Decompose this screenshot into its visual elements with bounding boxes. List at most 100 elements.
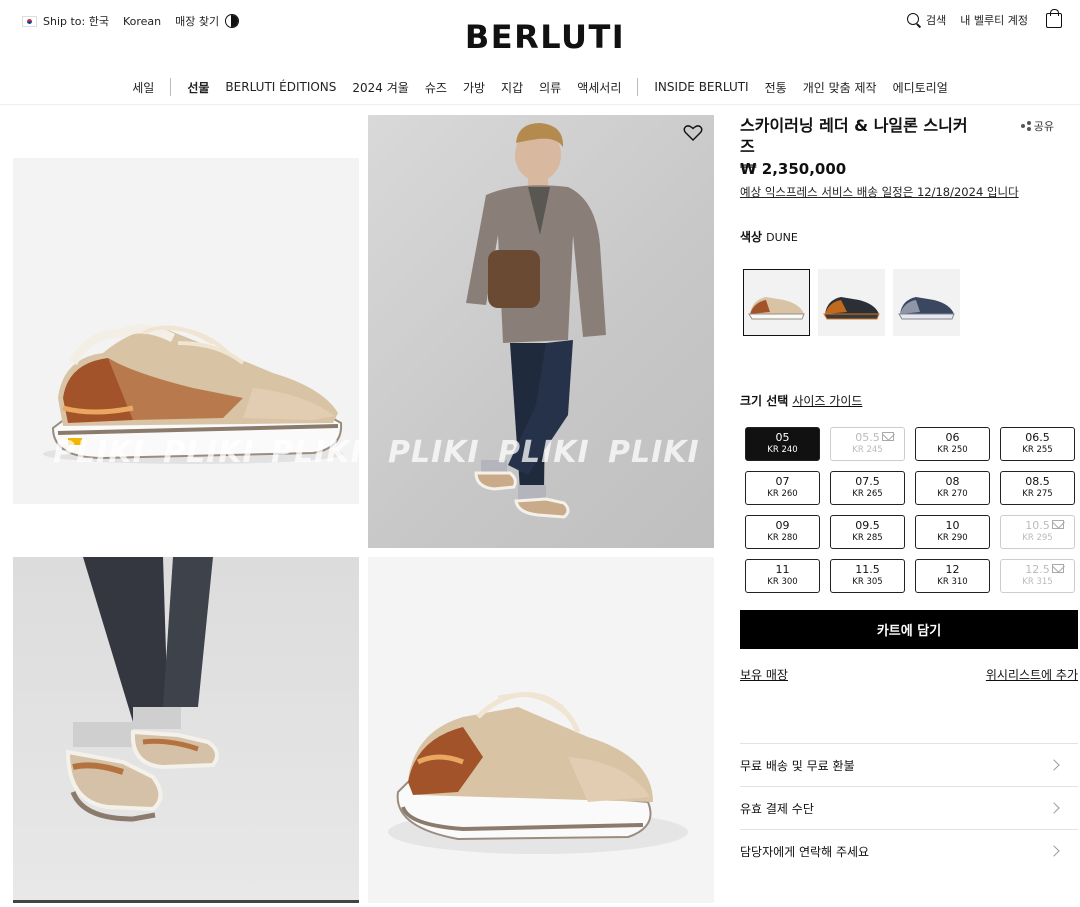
nav-divider-line (0, 104, 1080, 105)
notify-mail-icon (1052, 564, 1064, 573)
sneaker-angle-illustration (388, 692, 688, 854)
nav-item-accessories[interactable]: 액세서리 (569, 79, 629, 96)
watermark: PLIKI (163, 435, 255, 470)
chevron-right-icon (1048, 759, 1060, 771)
size-kr-value: KR 290 (937, 533, 968, 543)
size-value: 09.5 (855, 519, 880, 532)
nav-item-heritage[interactable]: 전통 (757, 79, 795, 96)
size-option[interactable]: 12.5 KR 315 (1000, 559, 1075, 593)
nav-item-sale[interactable]: 세일 (124, 79, 162, 96)
shopping-bag-icon[interactable] (1046, 8, 1062, 28)
share-label: 공유 (1033, 120, 1054, 133)
product-image-angle[interactable] (368, 557, 714, 903)
size-kr-value: KR 280 (767, 533, 798, 543)
nav-item-shoes[interactable]: 슈즈 (417, 79, 455, 96)
accordion-free-shipping[interactable]: 무료 배송 및 무료 환불 (740, 743, 1078, 786)
size-kr-value: KR 250 (937, 445, 968, 455)
size-option[interactable]: 11.5 KR 305 (830, 559, 905, 593)
size-kr-value: KR 305 (852, 577, 883, 587)
search-icon (906, 12, 922, 28)
size-option[interactable]: 09.5 KR 285 (830, 515, 905, 549)
delivery-estimate-link[interactable]: 예상 익스프레스 서비스 배송 일정은 12/18/2024 입니다 (740, 184, 1019, 200)
size-option[interactable]: 12 KR 310 (915, 559, 990, 593)
watermark: PLIKI (388, 435, 480, 470)
share-button[interactable]: 공유 (1020, 118, 1054, 134)
product-title: 스카이러닝 레더 & 나일론 스니커즈 (740, 116, 968, 156)
wishlist-heart-icon[interactable] (683, 124, 703, 142)
add-to-cart-button[interactable]: 카트에 담기 (740, 610, 1078, 649)
notify-mail-icon (1052, 520, 1064, 529)
size-option[interactable]: 05 KR 240 (745, 427, 820, 461)
store-availability-link[interactable]: 보유 매장 (740, 666, 788, 683)
size-option[interactable]: 06.5 KR 255 (1000, 427, 1075, 461)
size-value: 08 (945, 475, 960, 488)
main-nav: 세일 선물 BERLUTI ÉDITIONS 2024 겨울 슈즈 가방 지갑 … (0, 78, 1080, 96)
size-option[interactable]: 09 KR 280 (745, 515, 820, 549)
nav-item-wallets[interactable]: 지갑 (493, 79, 531, 96)
nav-item-editorial[interactable]: 에디토리얼 (885, 79, 956, 96)
nav-item-inside-berluti[interactable]: INSIDE BERLUTI (646, 80, 756, 94)
notify-mail-icon (882, 432, 894, 441)
size-value: 05 (775, 431, 790, 444)
size-option[interactable]: 07.5 KR 265 (830, 471, 905, 505)
header-tools: 검색 내 벨루티 계정 (906, 8, 1062, 28)
size-kr-value: KR 270 (937, 489, 968, 499)
size-value: 06 (945, 431, 960, 444)
product-image-worn[interactable] (13, 557, 359, 903)
size-kr-value: KR 285 (852, 533, 883, 543)
color-swatch-dune[interactable] (743, 269, 810, 336)
size-kr-value: KR 310 (937, 577, 968, 587)
size-kr-value: KR 265 (852, 489, 883, 499)
nav-item-winter-2024[interactable]: 2024 겨울 (344, 79, 416, 96)
product-image-model[interactable]: PLIKI PLIKI PLIKI (368, 115, 714, 548)
size-label-text: 크기 선택 (740, 394, 789, 408)
nav-item-gifts[interactable]: 선물 (179, 79, 217, 96)
size-option[interactable]: 11 KR 300 (745, 559, 820, 593)
size-option[interactable]: 06 KR 250 (915, 427, 990, 461)
watermark: PLIKI (53, 435, 145, 470)
color-swatch-black-orange[interactable] (818, 269, 885, 336)
product-price: ₩ 2,350,000 (740, 160, 847, 178)
accordion-payment-methods[interactable]: 유효 결제 수단 (740, 786, 1078, 829)
size-option[interactable]: 07 KR 260 (745, 471, 820, 505)
nav-item-clothing[interactable]: 의류 (531, 79, 569, 96)
product-panel: 스카이러닝 레더 & 나일론 스니커즈 공유 ₩ 2,350,000 예상 익스… (740, 115, 1078, 859)
worn-sneaker-illustration (65, 557, 219, 822)
size-value: 07 (775, 475, 790, 488)
size-value: 06.5 (1025, 431, 1050, 444)
color-swatch-navy-grey[interactable] (893, 269, 960, 336)
nav-divider (170, 78, 172, 96)
share-icon (1020, 121, 1031, 131)
nav-item-bags[interactable]: 가방 (455, 79, 493, 96)
search-button[interactable]: 검색 (906, 12, 946, 28)
nav-item-bespoke[interactable]: 개인 맞춤 제작 (795, 79, 885, 96)
secondary-links: 보유 매장 위시리스트에 추가 (740, 666, 1078, 683)
size-guide-link[interactable]: 사이즈 가이드 (792, 394, 862, 408)
add-to-wishlist-link[interactable]: 위시리스트에 추가 (986, 666, 1078, 683)
account-link[interactable]: 내 벨루티 계정 (960, 12, 1028, 28)
size-option[interactable]: 05.5 KR 245 (830, 427, 905, 461)
size-kr-value: KR 315 (1022, 577, 1053, 587)
size-kr-value: KR 255 (1022, 445, 1053, 455)
nav-item-editions[interactable]: BERLUTI ÉDITIONS (217, 80, 344, 94)
swatch-sneaker-dune-icon (748, 297, 805, 320)
accordion-label: 담당자에게 연락해 주세요 (740, 844, 870, 859)
size-option[interactable]: 08 KR 270 (915, 471, 990, 505)
product-image-side[interactable]: PLIKI PLIKI PLIKI (13, 158, 359, 504)
color-swatches (743, 269, 960, 336)
size-label: 크기 선택 사이즈 가이드 (740, 392, 862, 409)
model-walking-illustration (466, 123, 606, 519)
color-value: DUNE (766, 231, 798, 244)
watermark: PLIKI (271, 435, 359, 470)
size-option[interactable]: 10 KR 290 (915, 515, 990, 549)
size-kr-value: KR 260 (767, 489, 798, 499)
color-label-text: 색상 (740, 230, 763, 244)
size-option[interactable]: 08.5 KR 275 (1000, 471, 1075, 505)
chevron-right-icon (1048, 802, 1060, 814)
accordion-contact[interactable]: 담당자에게 연락해 주세요 (740, 829, 1078, 872)
search-label: 검색 (926, 14, 947, 27)
size-value: 11 (775, 563, 790, 576)
size-kr-value: KR 295 (1022, 533, 1053, 543)
size-option[interactable]: 10.5 KR 295 (1000, 515, 1075, 549)
size-value: 12 (945, 563, 960, 576)
